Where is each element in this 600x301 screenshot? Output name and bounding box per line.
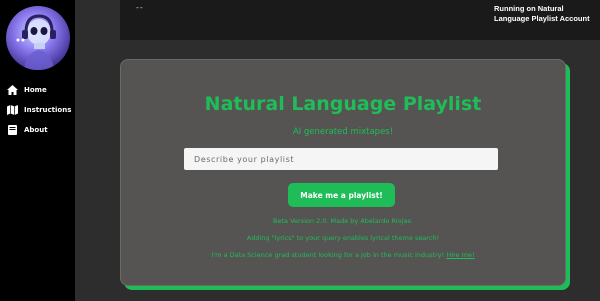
playlist-description-input[interactable] <box>184 148 498 170</box>
make-playlist-button[interactable]: Make me a playlist! <box>288 183 395 207</box>
version-text: Beta Version 2.0. Made by Abelardo Rioja… <box>273 217 413 225</box>
avatar <box>6 6 70 70</box>
sidebar-item-instructions[interactable]: Instructions <box>6 103 71 117</box>
account-status: Running on Natural Language Playlist Acc… <box>494 4 590 23</box>
sidebar-item-label: About <box>24 126 48 134</box>
sidebar-item-home[interactable]: Home <box>6 83 47 97</box>
hire-me-link[interactable]: Hire me! <box>446 251 474 259</box>
map-icon <box>6 105 18 115</box>
page-subtitle: AI generated mixtapes! <box>292 127 394 137</box>
lyrics-hint-text: Adding "lyrics" to your query enables ly… <box>246 234 440 242</box>
sidebar: Home Instructions About <box>0 0 75 301</box>
sidebar-item-label: Home <box>24 86 47 94</box>
page-title: Natural Language Playlist <box>204 93 482 115</box>
hire-text: I'm a Data Science grad student looking … <box>211 251 445 259</box>
main-card: Natural Language Playlist AI generated m… <box>120 59 566 286</box>
sidebar-item-label: Instructions <box>24 106 72 114</box>
top-bar-dash: -- <box>136 3 144 12</box>
skull-headphones-icon <box>16 14 56 70</box>
sidebar-item-about[interactable]: About <box>6 123 48 137</box>
book-icon <box>6 125 18 135</box>
home-icon <box>6 85 18 95</box>
hire-text-line: I'm a Data Science grad student looking … <box>121 251 565 259</box>
